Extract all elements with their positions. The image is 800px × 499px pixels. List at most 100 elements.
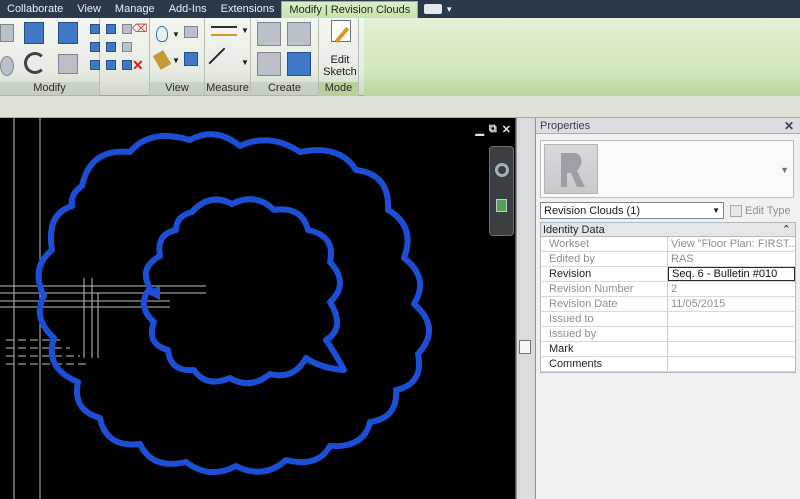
- edit-type-label: Edit Type: [745, 204, 791, 217]
- delete-icon[interactable]: ✕: [132, 58, 144, 72]
- create-group-icon[interactable]: [287, 22, 311, 46]
- chevron-down-icon[interactable]: ▼: [172, 30, 180, 39]
- pin-icon[interactable]: [122, 24, 132, 34]
- property-row-revision-number: Revision Number 2: [541, 282, 795, 297]
- edit-sketch-label-line1: Edit: [330, 54, 350, 66]
- create-parts-icon[interactable]: [122, 42, 132, 52]
- tab-add-ins[interactable]: Add-Ins: [162, 0, 214, 18]
- architectural-linework: [0, 118, 206, 499]
- create-assembly-icon[interactable]: [106, 42, 116, 52]
- scrollbar-thumb[interactable]: [519, 340, 531, 354]
- tab-collaborate[interactable]: Collaborate: [0, 0, 70, 18]
- type-selector-dropdown[interactable]: Revision Clouds (1) ▼: [540, 202, 724, 219]
- offset-icon[interactable]: [24, 22, 44, 44]
- group-icon[interactable]: [106, 24, 116, 34]
- tab-extensions[interactable]: Extensions: [214, 0, 282, 18]
- create-assembly-icon[interactable]: [287, 52, 311, 76]
- chevron-down-icon[interactable]: ▼: [172, 56, 180, 65]
- revision-dropdown[interactable]: Seq. 6 - Bulletin #010: [668, 267, 795, 281]
- hide-category-icon[interactable]: [184, 26, 198, 38]
- property-label: Comments: [541, 357, 668, 371]
- property-row-mark[interactable]: Mark: [541, 342, 795, 357]
- create-parts-icon[interactable]: [257, 52, 281, 76]
- rotate-icon[interactable]: [24, 52, 46, 74]
- type-preview[interactable]: ▼: [540, 140, 794, 198]
- revision-cloud-outer[interactable]: [35, 131, 433, 475]
- property-row-revision-date: Revision Date 11/05/2015: [541, 297, 795, 312]
- chevron-down-icon[interactable]: ▼: [241, 58, 249, 67]
- navigation-bar: [489, 146, 514, 236]
- property-value: 2: [671, 283, 678, 295]
- property-row-issued-by: Issued by: [541, 327, 795, 342]
- edit-sketch-label-line2: Sketch: [323, 66, 357, 78]
- restore-view-icon[interactable]: ⧉: [489, 123, 497, 136]
- tab-view[interactable]: View: [70, 0, 108, 18]
- minimize-view-icon[interactable]: ▁: [475, 123, 483, 136]
- align-icon[interactable]: [0, 24, 14, 42]
- properties-palette: Properties ✕ ▼ Revision Clouds (1) ▼ Edi…: [535, 118, 800, 499]
- property-value: 11/05/2015: [671, 298, 726, 310]
- chevron-down-icon[interactable]: ▼: [780, 165, 789, 175]
- chevron-down-icon[interactable]: ▼: [241, 26, 249, 35]
- drawing-canvas[interactable]: ▁ ⧉ ✕: [0, 118, 516, 499]
- group-header-identity-data[interactable]: Identity Data ⌃: [541, 223, 795, 237]
- edit-sketch-button[interactable]: Edit Sketch: [322, 20, 358, 80]
- tab-manage[interactable]: Manage: [108, 0, 162, 18]
- options-bar: [0, 96, 800, 118]
- close-icon[interactable]: ✕: [784, 119, 794, 133]
- panel-view: ▼ ▼ View: [150, 18, 205, 96]
- type-selector-value: Revision Clouds (1): [544, 204, 640, 217]
- lightbulb-icon[interactable]: [156, 26, 168, 42]
- close-view-icon[interactable]: ✕: [502, 123, 511, 136]
- property-row-edited-by: Edited by RAS: [541, 252, 795, 267]
- ribbon: Modify ⌫ ✕ ▼ ▼ View ▼ ▼ Measure Create M…: [0, 18, 800, 96]
- panel-modify-extra: ⌫ ✕: [100, 18, 150, 96]
- comments-field[interactable]: [668, 357, 795, 371]
- properties-grid: Identity Data ⌃ Workset View "Floor Plan…: [540, 222, 796, 373]
- trim-extend-icon[interactable]: [58, 54, 78, 74]
- create-similar-icon[interactable]: [257, 22, 281, 46]
- property-value: [668, 312, 795, 326]
- match-properties-icon[interactable]: [106, 60, 116, 70]
- tab-modify-revision-clouds[interactable]: Modify | Revision Clouds: [281, 1, 419, 18]
- contextual-ribbon-area: [364, 18, 800, 96]
- property-label: Revision Date: [541, 297, 668, 311]
- panel-title-modify: Modify: [0, 82, 99, 96]
- property-row-issued-to: Issued to: [541, 312, 795, 327]
- property-value: View "Floor Plan: FIRST...: [671, 238, 795, 250]
- properties-header: Properties ✕: [536, 118, 800, 134]
- mirror-icon[interactable]: [58, 22, 78, 44]
- measure-distance-icon[interactable]: [211, 26, 237, 36]
- group-label: Identity Data: [543, 223, 605, 236]
- property-label: Issued by: [541, 327, 668, 341]
- property-row-revision[interactable]: Revision Seq. 6 - Bulletin #010: [541, 267, 795, 282]
- property-value: RAS: [671, 253, 694, 265]
- canvas-vertical-scrollbar[interactable]: [516, 118, 534, 499]
- panel-create: Create: [251, 18, 319, 96]
- unpin-icon[interactable]: ⌫: [132, 22, 148, 35]
- paintbrush-icon[interactable]: [152, 50, 172, 70]
- revision-cloud-inner[interactable]: [141, 196, 347, 387]
- minimize-ribbon-icon[interactable]: [424, 4, 443, 14]
- aligned-dimension-icon[interactable]: [208, 47, 240, 79]
- panel-title-mode: Mode: [319, 82, 358, 96]
- edit-type-button[interactable]: Edit Type: [730, 202, 796, 219]
- scale-icon[interactable]: [90, 60, 100, 70]
- array-icon[interactable]: [90, 42, 100, 52]
- chevron-down-icon[interactable]: ▼: [445, 5, 453, 14]
- copy-icon[interactable]: [0, 56, 14, 76]
- steering-wheel-icon[interactable]: [495, 163, 509, 177]
- zoom-icon[interactable]: [496, 199, 507, 212]
- measure-icon[interactable]: [122, 60, 132, 70]
- property-label: Mark: [541, 342, 668, 356]
- property-label: Revision Number: [541, 282, 668, 296]
- property-row-workset: Workset View "Floor Plan: FIRST...: [541, 237, 795, 252]
- view-window-controls: ▁ ⧉ ✕: [475, 123, 511, 136]
- split-icon[interactable]: [90, 24, 100, 34]
- hide-elements-icon[interactable]: [184, 52, 198, 66]
- mark-field[interactable]: [668, 342, 795, 356]
- ribbon-display-toggle[interactable]: ▼: [424, 0, 453, 18]
- collapse-icon[interactable]: ⌃: [782, 223, 791, 236]
- property-row-comments[interactable]: Comments: [541, 357, 795, 372]
- properties-title: Properties: [540, 119, 591, 132]
